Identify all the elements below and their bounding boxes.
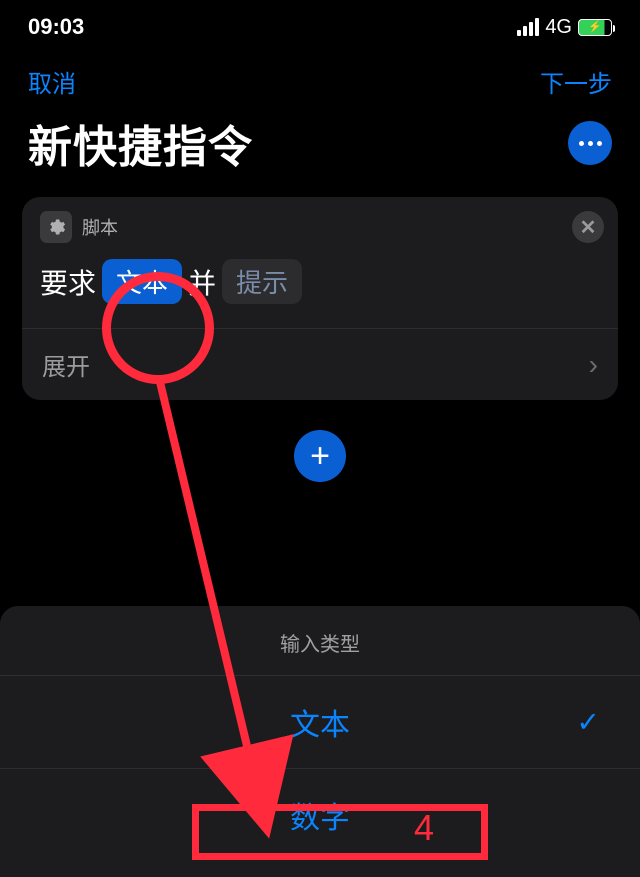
page-title: 新快捷指令 — [28, 111, 253, 175]
status-right: 4G ⚡ — [517, 16, 612, 39]
more-icon — [579, 141, 602, 146]
picker-option-label: 数字 — [290, 802, 350, 835]
checkmark-icon: ✓ — [577, 706, 600, 739]
picker-option-label: 文本 — [290, 709, 350, 742]
script-app-icon — [40, 211, 72, 243]
action-prefix: 要求 — [40, 262, 96, 302]
script-label: 脚本 — [82, 214, 118, 240]
picker-option-text[interactable]: 文本 ✓ — [0, 676, 640, 769]
charging-bolt-icon: ⚡ — [588, 22, 602, 33]
action-line: 要求 文本 并 提示 — [22, 249, 618, 328]
cancel-button[interactable]: 取消 — [28, 64, 76, 99]
add-action-button[interactable]: + — [294, 430, 346, 482]
card-header: 脚本 ✕ — [22, 197, 618, 249]
chevron-right-icon: › — [589, 349, 598, 381]
prompt-pill[interactable]: 提示 — [222, 259, 302, 304]
action-card: 脚本 ✕ 要求 文本 并 提示 展开 › — [22, 197, 618, 400]
gear-icon — [46, 217, 66, 237]
close-icon: ✕ — [580, 215, 597, 240]
action-mid: 并 — [188, 262, 216, 302]
status-bar: 09:03 4G ⚡ — [0, 0, 640, 50]
input-type-picker: 输入类型 文本 ✓ 数字 — [0, 606, 640, 877]
input-type-pill[interactable]: 文本 — [102, 259, 182, 304]
plus-icon: + — [310, 437, 330, 476]
close-action-button[interactable]: ✕ — [572, 211, 604, 243]
next-button[interactable]: 下一步 — [540, 64, 612, 99]
title-row: 新快捷指令 — [0, 107, 640, 197]
network-type: 4G — [545, 16, 572, 39]
picker-header: 输入类型 — [0, 606, 640, 676]
cellular-signal-icon — [517, 18, 539, 36]
more-button[interactable] — [568, 121, 612, 165]
expand-label: 展开 — [42, 347, 90, 382]
expand-row[interactable]: 展开 › — [22, 328, 618, 400]
add-button-container: + — [0, 430, 640, 482]
status-time: 09:03 — [28, 14, 84, 40]
battery-icon: ⚡ — [578, 19, 612, 36]
picker-option-number[interactable]: 数字 — [0, 769, 640, 877]
nav-bar: 取消 下一步 — [0, 50, 640, 107]
